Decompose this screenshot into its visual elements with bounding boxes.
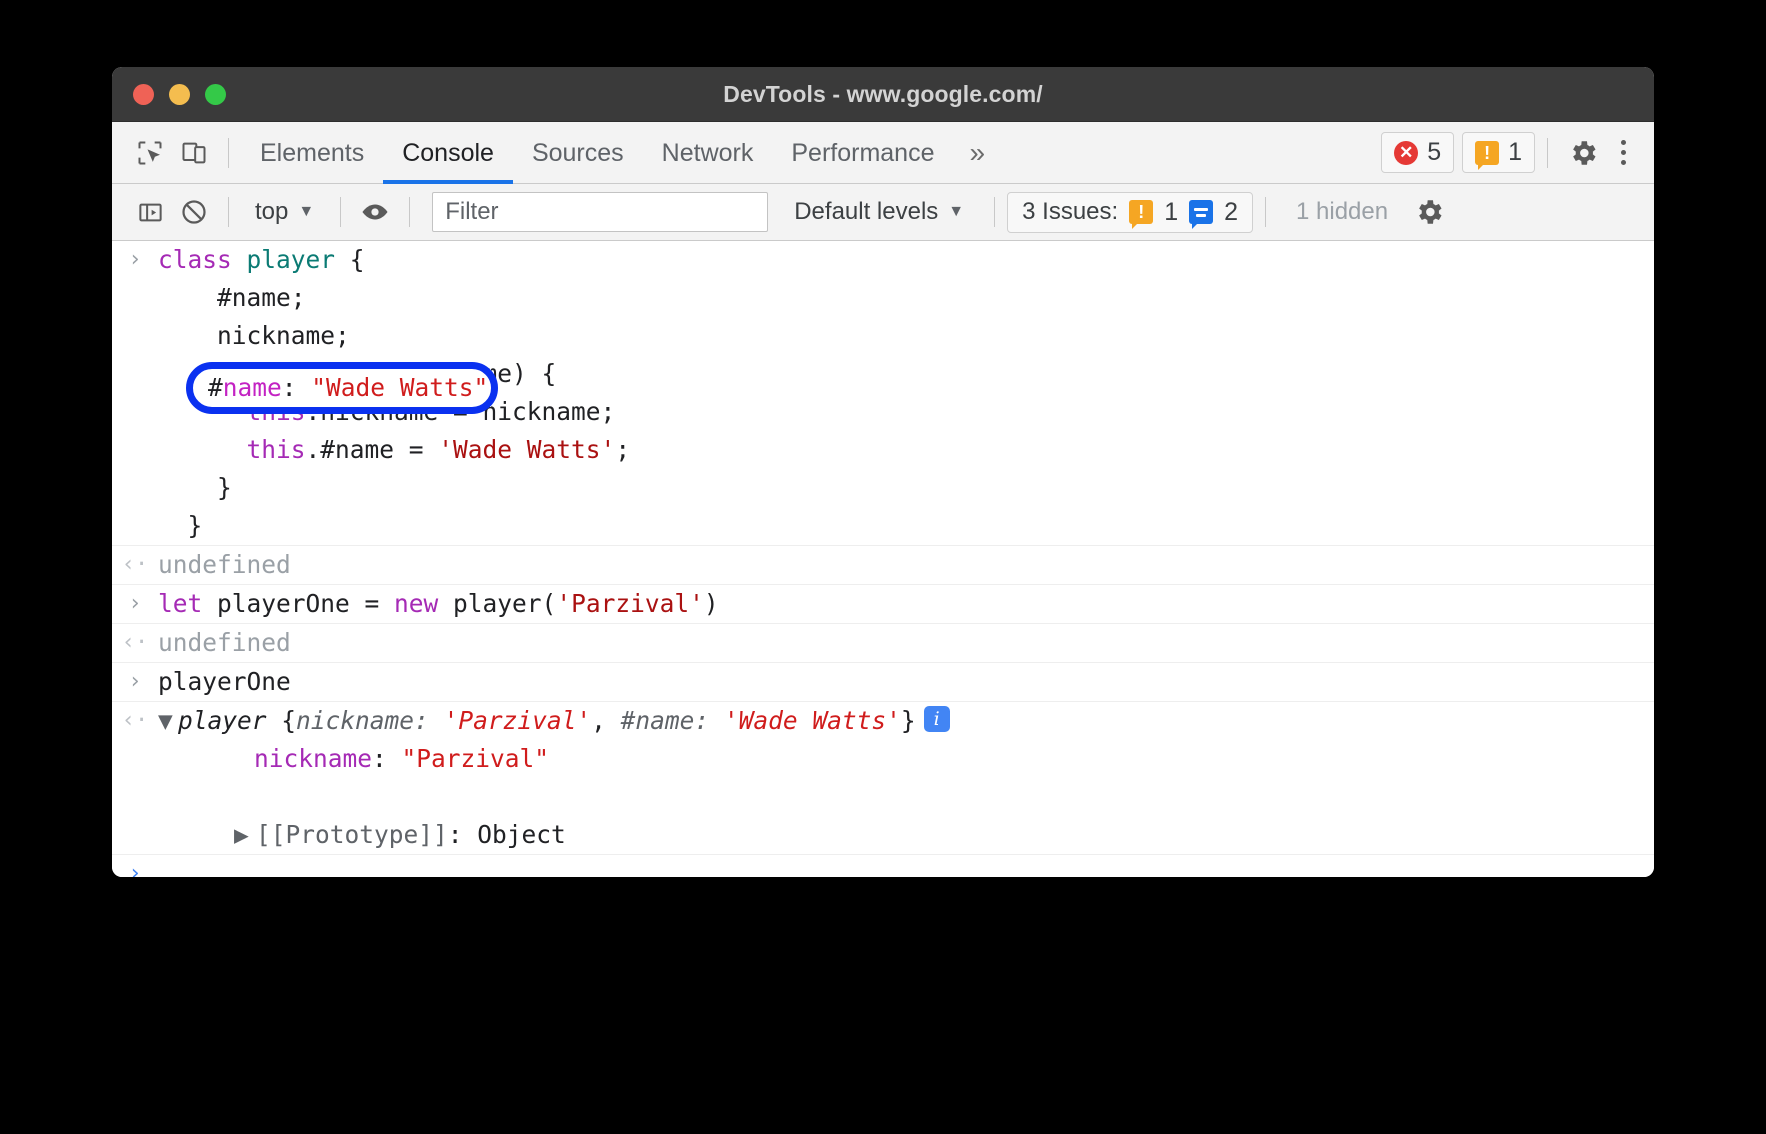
device-toolbar-icon[interactable]	[172, 131, 216, 175]
object-prototype-row[interactable]: ▶[[Prototype]]: Object	[158, 816, 1654, 854]
filter-divider-5	[1265, 197, 1266, 227]
preview-sep-0: :	[414, 706, 444, 735]
return-arrow-icon-2: ‹·	[112, 624, 158, 662]
console-filter-toolbar: top ▼ Default levels ▼ 3 Issues: ! 1 2 1…	[112, 184, 1654, 241]
prototype-value: Object	[477, 820, 566, 849]
disclosure-triangle-closed-icon[interactable]: ▶	[234, 816, 256, 854]
chevron-down-icon-levels: ▼	[948, 203, 964, 221]
disclosure-triangle-open-icon[interactable]: ▼	[158, 702, 178, 740]
minimize-window-button[interactable]	[169, 84, 190, 105]
console-entry-object-result[interactable]: ‹· ▼player {nickname: 'Parzival', #name:…	[112, 702, 1654, 855]
property-sep-nickname: :	[372, 744, 402, 773]
console-entry-input-2[interactable]: › let playerOne = new player('Parzival')	[112, 585, 1654, 624]
toolbar-divider-right	[1547, 138, 1548, 168]
issues-info-icon	[1189, 200, 1213, 224]
preview-value-1: 'Wade Watts'	[724, 706, 901, 735]
property-value-name: "Wade Watts"	[311, 373, 488, 402]
maximize-window-button[interactable]	[205, 84, 226, 105]
log-levels-label: Default levels	[794, 198, 938, 226]
prompt-arrow-icon-3: ›	[112, 663, 158, 701]
info-icon[interactable]: i	[924, 706, 950, 732]
prototype-sep: :	[448, 820, 478, 849]
inspect-element-icon[interactable]	[128, 131, 172, 175]
close-window-button[interactable]	[133, 84, 154, 105]
console-settings-gear-icon[interactable]	[1406, 189, 1452, 235]
filter-divider-1	[228, 197, 229, 227]
filter-divider-2	[340, 197, 341, 227]
devtools-panel-tabbar: Elements Console Sources Network Perform…	[112, 122, 1654, 184]
filter-divider-3	[409, 197, 410, 227]
console-message-list[interactable]: › class player { #name; nickname; constr…	[112, 241, 1654, 877]
kebab-dot-1	[1621, 140, 1626, 145]
property-key-nickname: nickname	[254, 744, 372, 773]
preview-key-0: nickname	[296, 706, 414, 735]
gear-icon[interactable]	[1560, 130, 1606, 176]
error-icon: ✕	[1394, 141, 1418, 165]
object-preview-line[interactable]: ▼player {nickname: 'Parzival', #name: 'W…	[158, 702, 1654, 740]
clear-console-icon[interactable]	[172, 190, 216, 234]
object-class-name: player	[178, 706, 267, 735]
toolbar-divider	[228, 138, 229, 168]
log-levels-selector[interactable]: Default levels ▼	[776, 198, 982, 226]
window-titlebar: DevTools - www.google.com/	[112, 67, 1654, 122]
tab-performance[interactable]: Performance	[772, 122, 953, 184]
issues-warning-icon: !	[1129, 200, 1153, 224]
tab-console[interactable]: Console	[383, 122, 513, 184]
return-arrow-icon: ‹·	[112, 546, 158, 584]
console-prompt-arrow-icon: ›	[112, 855, 158, 877]
tab-elements[interactable]: Elements	[241, 122, 383, 184]
preview-sep-1: :	[694, 706, 724, 735]
filter-input[interactable]	[432, 192, 768, 232]
hidden-messages-label[interactable]: 1 hidden	[1278, 198, 1406, 226]
console-entry-input-3[interactable]: › playerOne	[112, 663, 1654, 702]
kebab-menu-icon[interactable]	[1606, 130, 1640, 176]
return-arrow-icon-3: ‹·	[112, 702, 158, 740]
issues-warning-count: 1	[1164, 198, 1178, 227]
warning-count-value: 1	[1508, 138, 1522, 167]
chevron-down-icon: ▼	[298, 203, 314, 221]
execution-context-selector[interactable]: top ▼	[241, 198, 328, 226]
prompt-arrow-icon: ›	[112, 241, 158, 279]
filter-divider-4	[994, 197, 995, 227]
issues-label: 3 Issues:	[1022, 198, 1118, 226]
console-code-block-2: let playerOne = new player('Parzival')	[158, 585, 719, 623]
live-expression-eye-icon[interactable]	[353, 190, 397, 234]
traffic-lights	[112, 84, 226, 105]
error-count-badge[interactable]: ✕ 5	[1381, 132, 1454, 173]
console-output-value: undefined	[158, 546, 291, 584]
preview-comma: ,	[591, 706, 621, 735]
warning-count-badge[interactable]: ! 1	[1462, 132, 1535, 173]
tab-sources[interactable]: Sources	[513, 122, 643, 184]
prototype-key: [[Prototype]]	[256, 820, 448, 849]
property-sep-name: :	[282, 373, 312, 402]
tab-network[interactable]: Network	[643, 122, 773, 184]
annotated-property-row: #name: "Wade Watts"	[208, 369, 488, 407]
issues-summary-button[interactable]: 3 Issues: ! 1 2	[1007, 192, 1253, 233]
kebab-dot-2	[1621, 150, 1626, 155]
preview-key-1: #name	[621, 706, 695, 735]
property-value-nickname: "Parzival"	[402, 744, 550, 773]
prompt-arrow-icon-2: ›	[112, 585, 158, 623]
issues-info-count: 2	[1224, 198, 1238, 227]
preview-value-0: 'Parzival'	[444, 706, 592, 735]
more-tabs-icon[interactable]: »	[953, 139, 1001, 167]
object-property-nickname[interactable]: nickname: "Parzival"	[158, 740, 1654, 778]
window-title: DevTools - www.google.com/	[112, 81, 1654, 108]
console-prompt-row[interactable]: ›	[112, 855, 1654, 877]
preview-close-brace: }	[901, 706, 916, 735]
execution-context-label: top	[255, 198, 288, 226]
property-key-name: name	[223, 373, 282, 402]
console-sidebar-icon[interactable]	[128, 190, 172, 234]
devtools-window: DevTools - www.google.com/ Elements Cons…	[112, 67, 1654, 877]
console-output-value-2: undefined	[158, 624, 291, 662]
kebab-dot-3	[1621, 160, 1626, 165]
console-entry-output-2: ‹· undefined	[112, 624, 1654, 663]
property-key-hash: #	[208, 373, 223, 402]
preview-open-brace: {	[267, 706, 297, 735]
error-count-value: 5	[1427, 138, 1441, 167]
console-entry-output: ‹· undefined	[112, 546, 1654, 585]
warning-icon: !	[1475, 141, 1499, 165]
console-code-block-3: playerOne	[158, 663, 291, 701]
